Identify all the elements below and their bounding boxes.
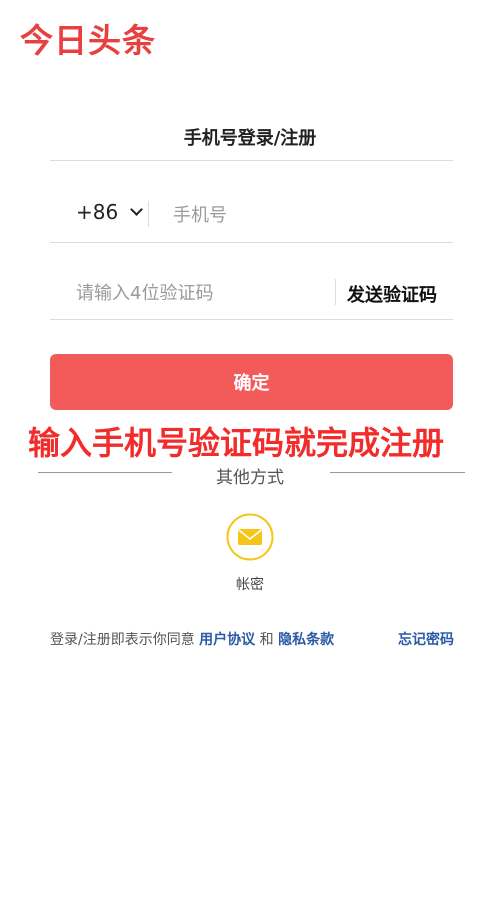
code-field-separator [335, 279, 336, 305]
account-login-label: 帐密 [236, 577, 264, 593]
country-code-select[interactable]: +86 [76, 200, 144, 224]
country-code-value: +86 [76, 200, 119, 224]
forgot-password-link[interactable]: 忘记密码 [398, 629, 454, 649]
phone-input[interactable] [173, 203, 443, 227]
agreement-text: 登录/注册即表示你同意 用户协议 和 隐私条款 [50, 629, 334, 649]
agreement-and: 和 [259, 632, 274, 648]
other-methods-title: 其他方式 [216, 468, 284, 488]
login-title: 手机号登录/注册 [183, 128, 317, 149]
envelope-icon [226, 513, 274, 561]
app-logo: 今日头条 [20, 21, 156, 60]
chevron-down-icon [130, 203, 144, 216]
overlay-caption: 输入手机号验证码就完成注册 [28, 424, 445, 462]
phone-field-separator [148, 201, 149, 227]
confirm-button[interactable]: 确定 [50, 354, 453, 410]
send-code-button[interactable]: 发送验证码 [347, 281, 437, 307]
phone-divider [50, 242, 453, 243]
other-methods-line-right [330, 472, 465, 473]
privacy-policy-link[interactable]: 隐私条款 [278, 632, 334, 648]
account-password-login-button[interactable] [226, 513, 274, 561]
code-divider [50, 319, 453, 320]
agreement-prefix: 登录/注册即表示你同意 [50, 632, 195, 648]
user-agreement-link[interactable]: 用户协议 [199, 632, 255, 648]
title-divider [50, 160, 453, 161]
verification-code-input[interactable] [76, 281, 326, 305]
